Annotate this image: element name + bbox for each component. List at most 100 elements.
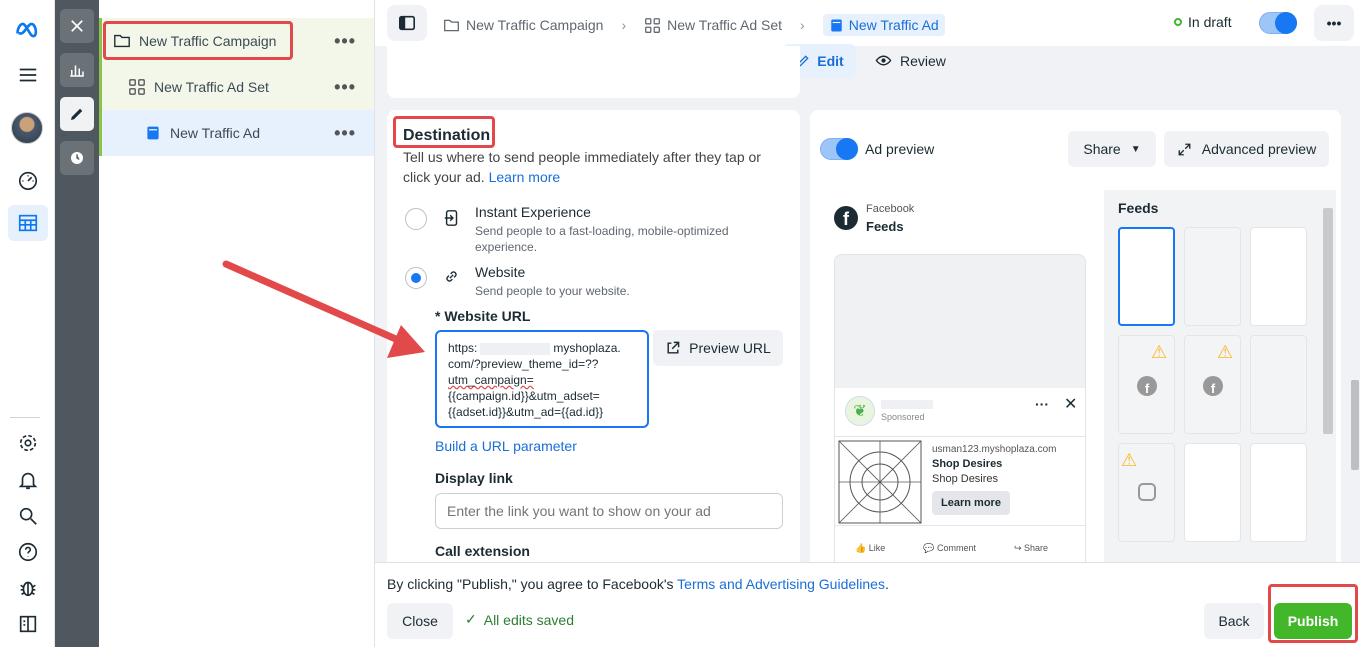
- editor-main: Edit Review Destination Tell us where to…: [375, 44, 1360, 580]
- learn-more-link[interactable]: Learn more: [489, 169, 561, 185]
- ad-preview-toggle[interactable]: [820, 138, 858, 160]
- meta-logo-icon[interactable]: [8, 12, 48, 48]
- phone-mockup: ❦ Sponsored ··· ✕ usman123.myshoplaza.co…: [834, 254, 1086, 574]
- notifications-bell-icon[interactable]: [8, 462, 48, 498]
- breadcrumb-campaign[interactable]: New Traffic Campaign: [466, 17, 603, 33]
- display-link-input[interactable]: [435, 493, 783, 529]
- close-button[interactable]: Close: [387, 603, 453, 639]
- grid-icon: [645, 17, 661, 33]
- like-label: Like: [868, 543, 886, 553]
- build-url-parameter-link[interactable]: Build a URL parameter: [435, 438, 577, 454]
- dashboard-icon[interactable]: [8, 162, 48, 198]
- ad-url: usman123.myshoplaza.com: [932, 444, 1057, 455]
- post-more-icon[interactable]: ···: [1035, 396, 1049, 412]
- footer-bar: By clicking "Publish," you agree to Face…: [375, 562, 1360, 647]
- history-button[interactable]: [60, 141, 94, 175]
- comment-action[interactable]: 💬 Comment: [923, 543, 976, 554]
- placement-thumbnail[interactable]: [1118, 227, 1175, 326]
- more-options-icon[interactable]: •••: [334, 31, 356, 52]
- share-button[interactable]: Share ▼: [1068, 131, 1156, 167]
- website-label: Website: [475, 264, 526, 280]
- terms-text: By clicking "Publish," you agree to Face…: [387, 576, 889, 592]
- terms-link[interactable]: Terms and Advertising Guidelines: [677, 576, 885, 592]
- ad-description: Shop Desires: [932, 473, 999, 485]
- preview-scrollbar[interactable]: [1323, 208, 1333, 434]
- bar-chart-icon: [70, 65, 84, 77]
- redacted-block: [480, 342, 551, 355]
- menu-icon[interactable]: [8, 57, 48, 93]
- placement-thumbnail[interactable]: ⚠ f: [1118, 335, 1175, 434]
- terms-suffix: .: [884, 576, 889, 592]
- ad-post: ❦ Sponsored ··· ✕ usman123.myshoplaza.co…: [835, 388, 1085, 573]
- facebook-logo-icon: f: [834, 206, 858, 230]
- placement-thumbnail[interactable]: [1184, 227, 1241, 326]
- tree-item-label: New Traffic Ad Set: [154, 79, 269, 95]
- more-options-button[interactable]: •••: [1314, 5, 1354, 41]
- draft-toggle[interactable]: [1259, 12, 1297, 34]
- advanced-preview-button[interactable]: Advanced preview: [1164, 131, 1329, 167]
- placement-thumbnail[interactable]: [1250, 227, 1307, 326]
- folder-icon: [444, 19, 459, 31]
- share-action[interactable]: ↪ Share: [1014, 543, 1048, 554]
- close-post-icon[interactable]: ✕: [1064, 394, 1077, 414]
- page-scrollbar-thumb[interactable]: [1351, 380, 1359, 470]
- reporting-button[interactable]: [60, 53, 94, 87]
- page-logo-icon: ❦: [845, 396, 875, 426]
- edit-mode-button[interactable]: [60, 97, 94, 131]
- tree-item-adset[interactable]: New Traffic Ad Set •••: [99, 64, 374, 110]
- settings-icon[interactable]: [8, 425, 48, 461]
- preview-url-button[interactable]: Preview URL: [653, 330, 783, 366]
- instagram-icon: [1138, 483, 1156, 501]
- ad-icon: [144, 124, 162, 142]
- cta-button[interactable]: Learn more: [932, 491, 1010, 515]
- website-radio[interactable]: [405, 267, 427, 289]
- placeholder-image-icon: [838, 440, 922, 524]
- destination-card: Destination Tell us where to send people…: [387, 110, 800, 580]
- avatar[interactable]: [11, 112, 43, 144]
- ad-headline: Shop Desires: [932, 458, 1003, 470]
- status-dot-icon: [1174, 18, 1182, 26]
- instant-experience-radio[interactable]: [405, 208, 427, 230]
- placement-thumbnail[interactable]: [1250, 335, 1307, 434]
- post-actions: 👍 Like 💬 Comment ↪ Share: [855, 543, 1048, 554]
- tree-item-label: New Traffic Ad: [170, 125, 261, 141]
- ads-manager-table-icon[interactable]: [8, 205, 48, 241]
- url-line-2: com/?preview_theme_id=??: [448, 357, 599, 371]
- tab-review[interactable]: Review: [875, 52, 946, 69]
- editor-tool-strip: [55, 0, 99, 647]
- like-action[interactable]: 👍 Like: [855, 543, 885, 554]
- preview-canvas: f Facebook Feeds ❦ Sponsored ··· ✕ usman…: [812, 190, 1336, 574]
- top-bar: New Traffic Campaign › New Traffic Ad Se…: [375, 0, 1360, 46]
- back-button[interactable]: Back: [1204, 603, 1264, 639]
- placement-thumbnail[interactable]: [1184, 443, 1241, 542]
- annotation-highlight: [393, 116, 495, 148]
- section-description: Tell us where to send people immediately…: [403, 147, 783, 187]
- toggle-panel-button[interactable]: [387, 5, 427, 41]
- website-url-input[interactable]: https: myshoplaza. com/?preview_theme_id=…: [435, 330, 649, 428]
- more-options-icon[interactable]: •••: [334, 77, 356, 98]
- description-text: Tell us where to send people immediately…: [403, 149, 761, 185]
- advanced-preview-label: Advanced preview: [1201, 141, 1317, 157]
- close-editor-button[interactable]: [60, 9, 94, 43]
- preview-pane: f Facebook Feeds ❦ Sponsored ··· ✕ usman…: [812, 190, 1104, 574]
- clock-icon: [71, 152, 83, 164]
- selection-accent: [99, 18, 102, 156]
- url-scheme: https:: [448, 341, 478, 355]
- placement-thumbnail[interactable]: ⚠: [1118, 443, 1175, 542]
- sidebar-panel-icon[interactable]: [8, 606, 48, 642]
- help-icon[interactable]: [8, 534, 48, 570]
- page-scrollbar[interactable]: [1350, 90, 1360, 560]
- breadcrumb-ad[interactable]: New Traffic Ad: [822, 14, 945, 36]
- annotation-highlight: [103, 21, 293, 60]
- placement-thumbnail[interactable]: ⚠ f: [1184, 335, 1241, 434]
- placement-thumbnail[interactable]: [1250, 443, 1307, 542]
- bug-report-icon[interactable]: [8, 570, 48, 606]
- tree-item-ad[interactable]: New Traffic Ad •••: [99, 110, 374, 156]
- more-options-icon: •••: [1326, 15, 1342, 31]
- draft-status: In draft: [1174, 14, 1232, 30]
- search-icon[interactable]: [8, 498, 48, 534]
- platform-name: Facebook: [866, 203, 915, 215]
- pencil-icon: [71, 108, 83, 120]
- more-options-icon[interactable]: •••: [334, 123, 356, 144]
- breadcrumb-adset[interactable]: New Traffic Ad Set: [667, 17, 782, 33]
